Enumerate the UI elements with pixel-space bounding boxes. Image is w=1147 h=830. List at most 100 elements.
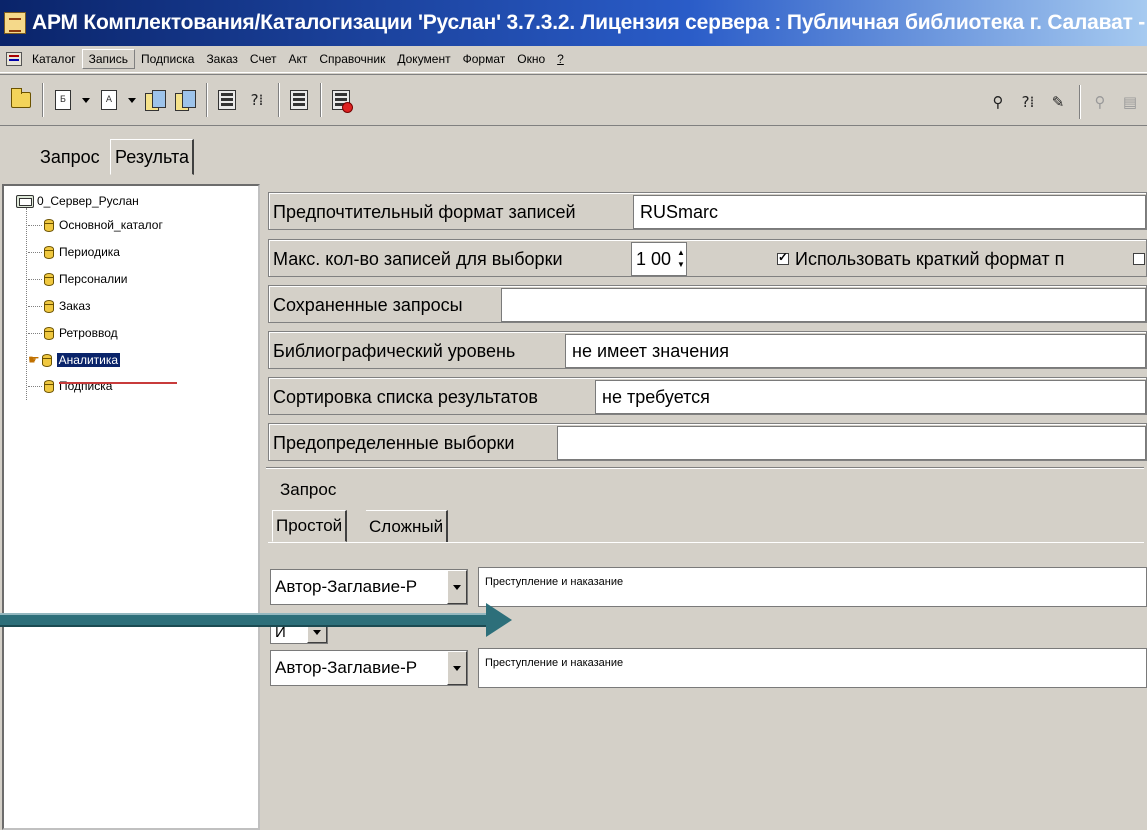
tab-complex[interactable]: Сложный: [366, 510, 449, 542]
eraser-icon: ✎: [1051, 93, 1065, 111]
query-help-button[interactable]: ?⁞: [244, 85, 270, 115]
row-max-records: Макс. кол-во записей для выборки 1 00 ▲ ▼…: [268, 239, 1147, 277]
chevron-down-icon[interactable]: [447, 570, 467, 604]
database-icon: [44, 245, 54, 259]
database-tree[interactable]: 0_Сервер_Руслан Основной_каталог Периоди…: [2, 184, 260, 830]
tree-item-retro[interactable]: Ретроввод: [28, 326, 118, 340]
saved-queries-combo[interactable]: [501, 288, 1146, 322]
new-a-record-button[interactable]: А: [96, 85, 122, 115]
menu-invoice[interactable]: Счет: [244, 50, 283, 68]
tab-simple[interactable]: Простой: [272, 510, 348, 542]
database-icon: [44, 379, 54, 393]
delete-list-button[interactable]: [328, 85, 354, 115]
copy-record-button[interactable]: [142, 85, 168, 115]
annotation-arrow-head-icon: [486, 603, 512, 637]
tree-item-analytics[interactable]: ☛ Аналитика: [28, 352, 121, 368]
row-sort: Сортировка списка результатов не требует…: [268, 377, 1147, 415]
annotation-arrow-shaft: [0, 613, 488, 627]
tree-item-periodicals[interactable]: Периодика: [28, 245, 120, 259]
row-preferred-format: Предпочтительный формат записей RUSmarc: [268, 192, 1147, 230]
binoculars-icon: ⚲: [992, 93, 1004, 111]
row-predefined: Предопределенные выборки: [268, 423, 1147, 461]
query-question-icon: ?⁞: [1021, 93, 1035, 111]
short-format-option[interactable]: Использовать краткий формат п: [777, 240, 1064, 278]
chevron-down-icon[interactable]: [447, 651, 467, 685]
stamp-button[interactable]: [214, 85, 240, 115]
mdi-document-icon[interactable]: [6, 52, 22, 66]
menu-reference[interactable]: Справочник: [313, 50, 391, 68]
search-term-input-2[interactable]: Преступление и наказание: [478, 648, 1147, 688]
search-term-input-1[interactable]: Преступление и наказание: [478, 567, 1147, 607]
tree-item-label: Ретроввод: [59, 326, 118, 340]
menu-document[interactable]: Документ: [391, 50, 456, 68]
max-records-stepper[interactable]: 1 00 ▲ ▼: [631, 242, 687, 276]
new-b-dropdown-arrow[interactable]: [82, 97, 90, 103]
predefined-combo[interactable]: [557, 426, 1146, 460]
tree-item-order[interactable]: Заказ: [28, 299, 90, 313]
folder-icon: [11, 88, 31, 108]
app-icon[interactable]: [4, 12, 26, 34]
search-disabled-button[interactable]: ⚲: [1087, 87, 1113, 117]
bib-level-combo[interactable]: не имеет значения: [565, 334, 1146, 368]
menu-window[interactable]: Окно: [511, 50, 551, 68]
toolbar-right-group: ⚲ ?⁞ ✎ ⚲ ▤: [985, 85, 1147, 119]
query-group-title: Запрос: [280, 480, 337, 499]
tree-root-label: 0_Сервер_Руслан: [37, 194, 139, 208]
predefined-label: Предопределенные выборки: [273, 432, 515, 453]
short-format-checkbox[interactable]: [777, 250, 789, 265]
row-bib-level: Библиографический уровень не имеет значе…: [268, 331, 1147, 369]
toolbar: Б А ?⁞ ⚲ ?⁞ ✎ ⚲ ▤: [0, 74, 1147, 126]
sort-combo[interactable]: не требуется: [595, 380, 1146, 414]
tab-results[interactable]: Результа: [110, 139, 194, 175]
search-button[interactable]: ⚲: [985, 87, 1011, 117]
annotation-underline: [59, 382, 177, 384]
view-disabled-icon: ▤: [1122, 93, 1138, 111]
app-window: АРМ Комплектования/Каталогизации 'Руслан…: [0, 0, 1147, 830]
database-icon: [44, 326, 54, 340]
document-a-icon: А: [101, 90, 117, 110]
toolbar-separator: [278, 83, 280, 117]
tree-item-persons[interactable]: Персоналии: [28, 272, 128, 286]
preferred-format-field[interactable]: RUSmarc: [633, 195, 1146, 229]
move-sheets-icon: [175, 90, 196, 111]
unchecked-checkbox[interactable]: [1133, 253, 1145, 265]
group-separator: [266, 467, 1144, 469]
menu-format[interactable]: Формат: [457, 50, 512, 68]
server-icon: [16, 194, 34, 208]
document-b-icon: Б: [55, 90, 71, 110]
menu-act[interactable]: Акт: [282, 50, 313, 68]
tab-query[interactable]: Запрос: [36, 139, 113, 175]
view-disabled-button[interactable]: ▤: [1117, 87, 1143, 117]
query-button[interactable]: ?⁞: [1015, 87, 1041, 117]
subtab-divider: [268, 542, 1144, 543]
query-question-icon: ?⁞: [250, 91, 264, 109]
move-record-button[interactable]: [172, 85, 198, 115]
new-a-dropdown-arrow[interactable]: [128, 97, 136, 103]
database-icon: [44, 299, 54, 313]
tree-item-main-catalog[interactable]: Основной_каталог: [28, 218, 163, 232]
menu-help[interactable]: ?: [551, 50, 570, 68]
title-bar[interactable]: АРМ Комплектования/Каталогизации 'Руслан…: [0, 0, 1147, 46]
tree-root[interactable]: 0_Сервер_Руслан: [16, 194, 139, 208]
search-field-select-1[interactable]: Автор-Заглавие-Р: [270, 569, 468, 605]
tree-item-label: Основной_каталог: [59, 218, 163, 232]
menu-subscription[interactable]: Подписка: [135, 50, 200, 68]
tree-item-label: Периодика: [59, 245, 120, 259]
list-button[interactable]: [286, 85, 312, 115]
clear-button[interactable]: ✎: [1045, 87, 1071, 117]
menu-catalog[interactable]: Каталог: [26, 50, 82, 68]
stepper-arrows-icon[interactable]: ▲ ▼: [676, 247, 686, 271]
binoculars-disabled-icon: ⚲: [1094, 93, 1106, 111]
second-option-checkbox[interactable]: [1133, 240, 1147, 278]
tree-connector: [26, 208, 27, 400]
pointing-hand-icon: ☛: [28, 352, 40, 367]
menu-order[interactable]: Заказ: [200, 50, 243, 68]
stamp-book-icon: [218, 90, 236, 110]
delete-book-icon: [332, 90, 353, 113]
open-button[interactable]: [8, 85, 34, 115]
bib-level-label: Библиографический уровень: [273, 340, 516, 361]
tree-item-label: Заказ: [59, 299, 91, 313]
search-field-select-2[interactable]: Автор-Заглавие-Р: [270, 650, 468, 686]
new-b-record-button[interactable]: Б: [50, 85, 76, 115]
menu-record[interactable]: Запись: [81, 49, 135, 69]
